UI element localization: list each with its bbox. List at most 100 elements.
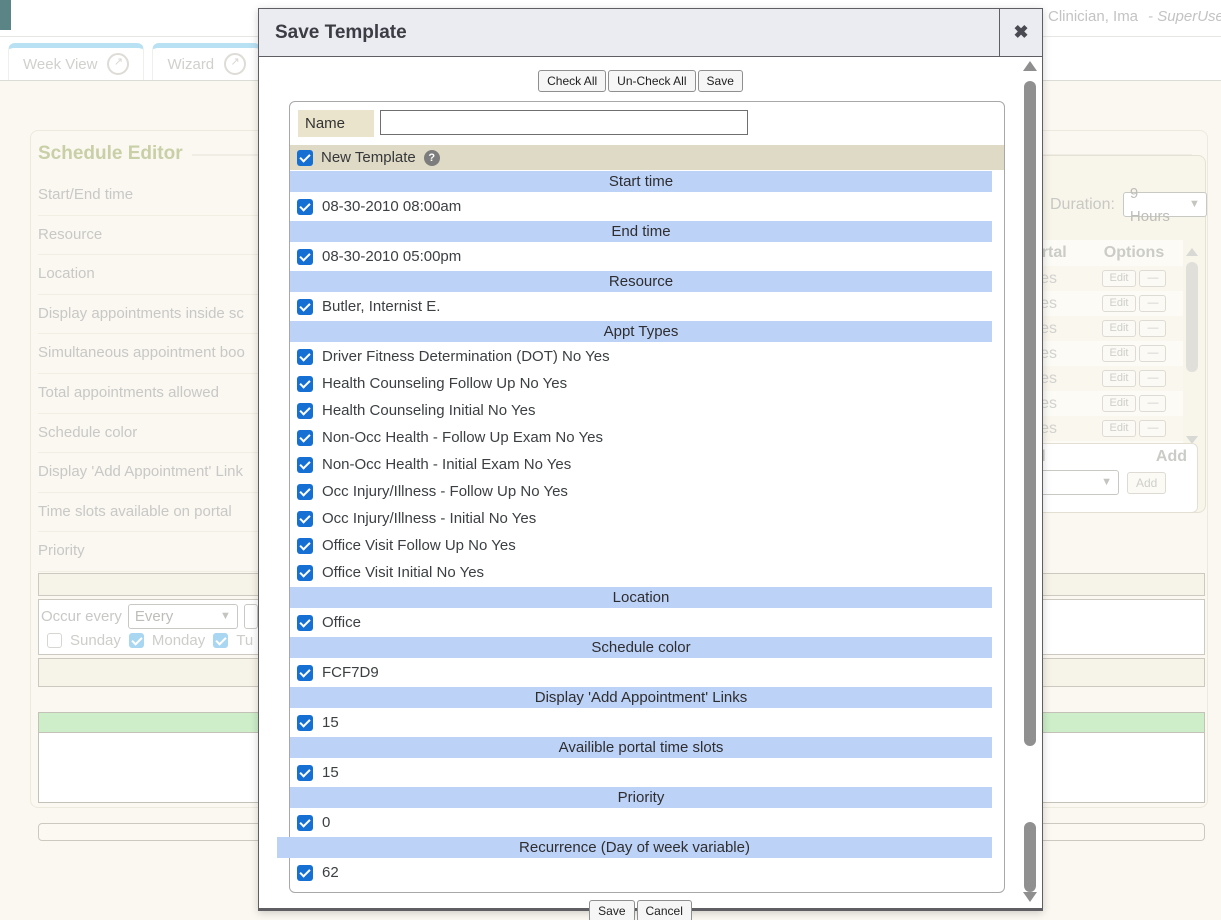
occur-every-select-2[interactable] [244,604,258,629]
template-field-item[interactable]: Health Counseling Follow Up No Yes [290,370,1004,397]
item-label: FCF7D9 [322,664,379,681]
edit-button[interactable]: Edit [1102,345,1137,362]
scroll-up-icon[interactable] [1023,61,1037,71]
scroll-down-icon[interactable] [1023,892,1037,902]
item-label: Office Visit Follow Up No Yes [322,537,516,554]
item-checkbox[interactable] [297,249,313,265]
dialog-scrollbar[interactable] [1021,59,1039,902]
template-name-input[interactable] [380,110,748,135]
weekday-checkboxes: Sunday Monday Tu [47,632,253,649]
scroll-thumb[interactable] [1024,81,1036,746]
item-checkbox[interactable] [297,349,313,365]
check-buttons-row: Check AllUn-Check AllSave [259,70,1022,92]
duration-select[interactable]: 9 Hours▼ [1123,192,1207,217]
template-field-item[interactable]: 0 [290,809,1004,836]
item-checkbox[interactable] [297,815,313,831]
item-checkbox[interactable] [297,538,313,554]
edit-button[interactable]: Edit [1102,270,1137,287]
day-checkbox-sunday[interactable] [47,633,62,648]
field-label-start-end-time: Start/End time [38,176,260,216]
edit-button[interactable]: Edit [1102,395,1137,412]
save-button[interactable]: Save [698,70,743,92]
item-label: 08-30-2010 08:00am [322,198,461,215]
tab-wizard[interactable]: Wizard ↗ [152,43,261,80]
un-check-all-button[interactable]: Un-Check All [608,70,695,92]
item-label: Health Counseling Initial No Yes [322,402,535,419]
edit-button[interactable]: Edit [1102,295,1137,312]
scroll-thumb[interactable] [1186,262,1198,372]
item-checkbox[interactable] [297,376,313,392]
section-header-availible-portal-time-slots: Availible portal time slots [290,737,992,758]
item-checkbox[interactable] [297,715,313,731]
template-field-item[interactable]: Occ Injury/Illness - Initial No Yes [290,505,1004,532]
item-checkbox[interactable] [297,765,313,781]
remove-button[interactable]: — [1139,345,1166,362]
item-checkbox[interactable] [297,665,313,681]
item-checkbox[interactable] [297,299,313,315]
edit-button[interactable]: Edit [1102,420,1137,437]
template-field-item[interactable]: 15 [290,759,1004,786]
item-checkbox[interactable] [297,865,313,881]
day-checkbox-monday[interactable] [129,633,144,648]
template-field-item[interactable]: 15 [290,709,1004,736]
template-field-item[interactable]: Occ Injury/Illness - Follow Up No Yes [290,478,1004,505]
add-button[interactable]: Add [1127,472,1166,494]
new-template-checkbox[interactable] [297,150,313,166]
item-checkbox[interactable] [297,403,313,419]
template-field-item[interactable]: Driver Fitness Determination (DOT) No Ye… [290,343,1004,370]
item-checkbox[interactable] [297,457,313,473]
template-field-item[interactable]: Non-Occ Health - Follow Up Exam No Yes [290,424,1004,451]
field-label-priority: Priority [38,532,260,572]
section-header-resource: Resource [290,271,992,292]
template-field-item[interactable]: 62 [290,859,1004,886]
new-template-row[interactable]: New Template ? [290,145,1004,170]
close-button[interactable]: ✖ [999,9,1042,56]
item-checkbox[interactable] [297,565,313,581]
item-checkbox[interactable] [297,199,313,215]
template-field-item[interactable]: Non-Occ Health - Initial Exam No Yes [290,451,1004,478]
item-checkbox[interactable] [297,615,313,631]
template-field-item[interactable]: Health Counseling Initial No Yes [290,397,1004,424]
template-field-item[interactable]: 08-30-2010 08:00am [290,193,1004,220]
duration-row: Duration: 9 Hours▼ [1050,192,1207,217]
name-row: Name [290,102,1004,145]
template-field-item[interactable]: Office Visit Follow Up No Yes [290,532,1004,559]
edit-button[interactable]: Edit [1102,370,1137,387]
field-label-schedule-color: Schedule color [38,414,260,454]
field-label-display-add-appointment-link: Display 'Add Appointment' Link [38,453,260,493]
section-header-location: Location [290,587,992,608]
scroll-thumb-2[interactable] [1024,822,1036,892]
col-options: Options [1088,244,1180,262]
template-field-item[interactable]: FCF7D9 [290,659,1004,686]
remove-button[interactable]: — [1139,395,1166,412]
remove-button[interactable]: — [1139,270,1166,287]
field-label-resource: Resource [38,216,260,256]
help-icon[interactable]: ? [424,150,440,166]
template-field-item[interactable]: Office Visit Initial No Yes [290,559,1004,586]
check-all-button[interactable]: Check All [538,70,606,92]
item-checkbox[interactable] [297,484,313,500]
tab-week-view[interactable]: Week View ↗ [8,43,144,80]
remove-button[interactable]: — [1139,370,1166,387]
appt-table-scrollbar[interactable] [1185,248,1199,444]
section-header-recurrence-day-of-week-variable: Recurrence (Day of week variable) [277,837,992,858]
dialog-titlebar[interactable]: Save Template ✖ [259,9,1042,57]
template-field-item[interactable]: Butler, Internist E. [290,293,1004,320]
scroll-up-icon[interactable] [1186,248,1198,256]
remove-button[interactable]: — [1139,320,1166,337]
template-fields-box: Name New Template ? Start time 08-30-201… [289,101,1005,893]
cancel-button-bottom[interactable]: Cancel [637,900,692,920]
template-field-item[interactable]: Office [290,609,1004,636]
template-field-item[interactable]: 08-30-2010 05:00pm [290,243,1004,270]
occur-every-select[interactable]: Every▼ [128,604,238,629]
save-template-dialog: Save Template ✖ Check AllUn-Check AllSav… [258,8,1043,911]
item-checkbox[interactable] [297,511,313,527]
save-button-bottom[interactable]: Save [589,900,634,920]
remove-button[interactable]: — [1139,420,1166,437]
edit-button[interactable]: Edit [1102,320,1137,337]
field-label-total-appointments-allowed: Total appointments allowed [38,374,260,414]
remove-button[interactable]: — [1139,295,1166,312]
close-icon: ✖ [1013,22,1028,43]
item-checkbox[interactable] [297,430,313,446]
day-checkbox-tu[interactable] [213,633,228,648]
